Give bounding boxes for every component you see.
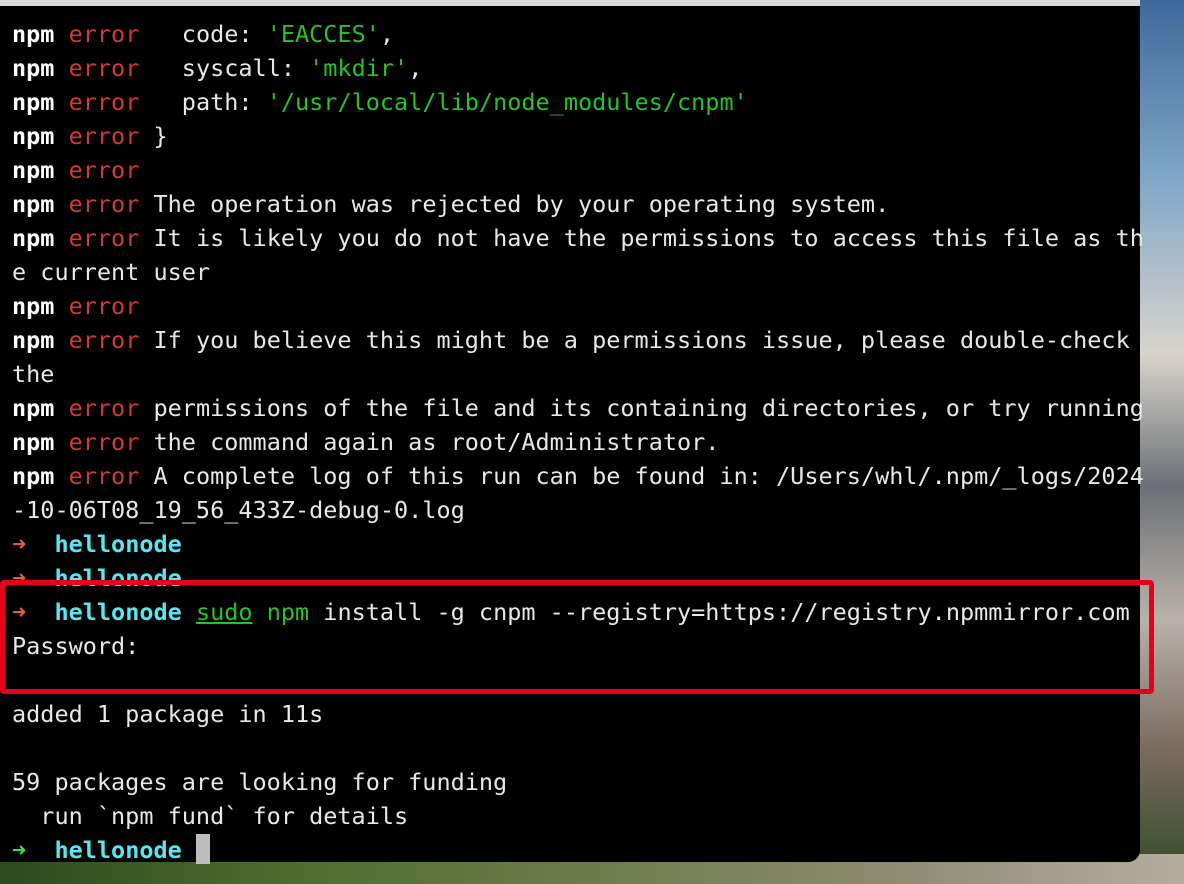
output-line: npm error }	[12, 119, 1136, 153]
npm-prefix: npm	[12, 54, 55, 82]
output-line: npm error	[12, 289, 1136, 323]
output-line: run `npm fund` for details	[12, 799, 1136, 833]
output-line: npm error It is likely you do not have t…	[12, 221, 1144, 255]
line-text: If you believe this might be a permissio…	[139, 326, 1130, 354]
prompt-directory: hellonode	[54, 530, 182, 558]
line-text: syscall:	[139, 54, 310, 82]
npm-prefix: npm	[12, 462, 55, 490]
error-prefix: error	[68, 462, 140, 490]
npm-prefix: npm	[12, 326, 55, 354]
output-line: npm error If you believe this might be a…	[12, 323, 1136, 357]
line-text: permissions of the file and its containi…	[139, 394, 1144, 422]
output-line: npm error The operation was rejected by …	[12, 187, 1136, 221]
error-prefix: error	[68, 394, 140, 422]
string-literal: '/usr/local/lib/node_modules/cnpm'	[266, 88, 748, 116]
output-line: npm error A complete log of this run can…	[12, 459, 1144, 493]
output-line: e current user	[12, 255, 1136, 289]
npm-prefix: npm	[12, 224, 55, 252]
line-text: -10-06T08_19_56_433Z-debug-0.log	[12, 496, 465, 524]
output-line: npm error the command again as root/Admi…	[12, 425, 1136, 459]
prompt-arrow-icon: ➜	[12, 836, 27, 864]
line-text: ,	[408, 54, 423, 82]
highlight-box	[0, 580, 1154, 694]
prompt-line: ➜ hellonode	[12, 527, 1136, 561]
npm-prefix: npm	[12, 292, 55, 320]
output-line: -10-06T08_19_56_433Z-debug-0.log	[12, 493, 1136, 527]
npm-prefix: npm	[12, 156, 55, 184]
error-prefix: error	[68, 20, 140, 48]
line-text: A complete log of this run can be found …	[139, 462, 1144, 490]
npm-prefix: npm	[12, 122, 55, 150]
terminal-window[interactable]: npm error code: 'EACCES', npm error sysc…	[0, 0, 1144, 864]
error-prefix: error	[68, 428, 140, 456]
line-text: }	[139, 122, 168, 150]
output-line: npm error	[12, 153, 1136, 187]
line-text: path:	[139, 88, 267, 116]
error-prefix: error	[68, 190, 140, 218]
error-prefix: error	[68, 224, 140, 252]
string-literal: 'EACCES'	[266, 20, 380, 48]
npm-prefix: npm	[12, 190, 55, 218]
npm-prefix: npm	[12, 394, 55, 422]
output-line: npm error path: '/usr/local/lib/node_mod…	[12, 85, 1136, 119]
text-cursor[interactable]	[195, 834, 210, 864]
line-text: ,	[379, 20, 395, 48]
desktop-wallpaper	[1134, 0, 1184, 884]
npm-prefix: npm	[12, 88, 55, 116]
funding-hint: run `npm fund` for details	[12, 802, 409, 830]
error-prefix: error	[68, 292, 140, 320]
string-literal: 'mkdir'	[309, 54, 409, 82]
prompt-directory: hellonode	[54, 836, 182, 864]
active-prompt-line[interactable]: ➜ hellonode	[12, 833, 1136, 867]
npm-prefix: npm	[12, 20, 55, 48]
output-line: npm error code: 'EACCES',	[12, 17, 1136, 51]
output-line: npm error syscall: 'mkdir',	[12, 51, 1136, 85]
line-text: the	[12, 360, 55, 388]
funding-message: 59 packages are looking for funding	[12, 768, 508, 796]
install-result: added 1 package in 11s	[12, 700, 324, 728]
error-prefix: error	[68, 122, 140, 150]
error-prefix: error	[68, 54, 140, 82]
terminal-output: npm error code: 'EACCES', npm error sysc…	[12, 17, 1144, 867]
npm-prefix: npm	[12, 428, 55, 456]
output-line: 59 packages are looking for funding	[12, 765, 1136, 799]
line-text: e current user	[12, 258, 211, 286]
line-text: code:	[139, 20, 267, 48]
error-prefix: error	[68, 156, 140, 184]
error-prefix: error	[68, 326, 140, 354]
prompt-arrow-icon: ➜	[12, 530, 27, 558]
error-prefix: error	[68, 88, 140, 116]
line-text: It is likely you do not have the permiss…	[139, 224, 1144, 252]
output-line: the	[12, 357, 1136, 391]
line-text: The operation was rejected by your opera…	[139, 190, 890, 218]
output-line: added 1 package in 11s	[12, 697, 1136, 731]
line-text: the command again as root/Administrator.	[139, 428, 720, 456]
output-line: npm error permissions of the file and it…	[12, 391, 1144, 425]
